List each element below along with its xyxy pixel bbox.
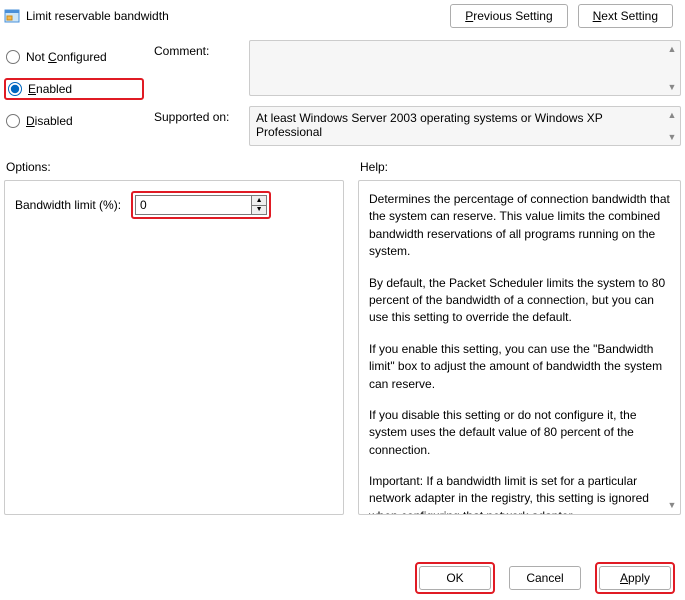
next-setting-button[interactable]: Next Setting — [578, 4, 673, 28]
bandwidth-limit-input[interactable] — [135, 195, 251, 215]
help-header: Help: — [358, 160, 681, 174]
spinner-up-button[interactable]: ▲ — [251, 195, 267, 205]
help-paragraph: Important: If a bandwidth limit is set f… — [369, 473, 670, 515]
radio-enabled[interactable]: Enabled — [4, 78, 144, 100]
previous-setting-button[interactable]: Previous Setting — [450, 4, 567, 28]
scroll-up-icon[interactable]: ▲ — [664, 41, 680, 57]
help-paragraph: By default, the Packet Scheduler limits … — [369, 275, 670, 327]
spinner-down-button[interactable]: ▼ — [251, 205, 267, 216]
radio-enabled-input[interactable] — [8, 82, 22, 96]
help-panel: Determines the percentage of connection … — [358, 180, 681, 515]
options-header: Options: — [4, 160, 344, 174]
bandwidth-limit-label: Bandwidth limit (%): — [15, 198, 121, 212]
bandwidth-limit-spinner: ▲ ▼ — [131, 191, 271, 219]
radio-not-configured[interactable]: Not Configured — [4, 46, 144, 68]
cancel-button[interactable]: Cancel — [509, 566, 581, 590]
radio-not-configured-label: Not Configured — [26, 50, 107, 64]
comment-textarea[interactable]: ▲ ▼ — [249, 40, 681, 96]
scroll-up-icon[interactable]: ▲ — [664, 107, 680, 123]
state-radio-group: Not Configured Enabled Disabled — [4, 40, 144, 146]
help-paragraph: If you disable this setting or do not co… — [369, 407, 670, 459]
radio-disabled-input[interactable] — [6, 114, 20, 128]
dialog-button-bar: OK Cancel Apply — [415, 562, 675, 594]
page-title: Limit reservable bandwidth — [26, 9, 450, 23]
radio-not-configured-input[interactable] — [6, 50, 20, 64]
scroll-down-icon[interactable]: ▼ — [664, 498, 680, 514]
radio-enabled-label: Enabled — [28, 82, 72, 96]
supported-on-label: Supported on: — [154, 106, 239, 124]
supported-on-value: At least Windows Server 2003 operating s… — [256, 111, 603, 139]
scroll-down-icon[interactable]: ▼ — [664, 79, 680, 95]
ok-button[interactable]: OK — [419, 566, 491, 590]
supported-on-text: At least Windows Server 2003 operating s… — [249, 106, 681, 146]
radio-disabled[interactable]: Disabled — [4, 110, 144, 132]
help-paragraph: If you enable this setting, you can use … — [369, 341, 670, 393]
radio-disabled-label: Disabled — [26, 114, 73, 128]
apply-button[interactable]: Apply — [599, 566, 671, 590]
scroll-down-icon[interactable]: ▼ — [664, 129, 680, 145]
comment-label: Comment: — [154, 40, 239, 58]
help-paragraph: Determines the percentage of connection … — [369, 191, 670, 261]
policy-icon — [4, 8, 20, 24]
options-panel: Bandwidth limit (%): ▲ ▼ — [4, 180, 344, 515]
